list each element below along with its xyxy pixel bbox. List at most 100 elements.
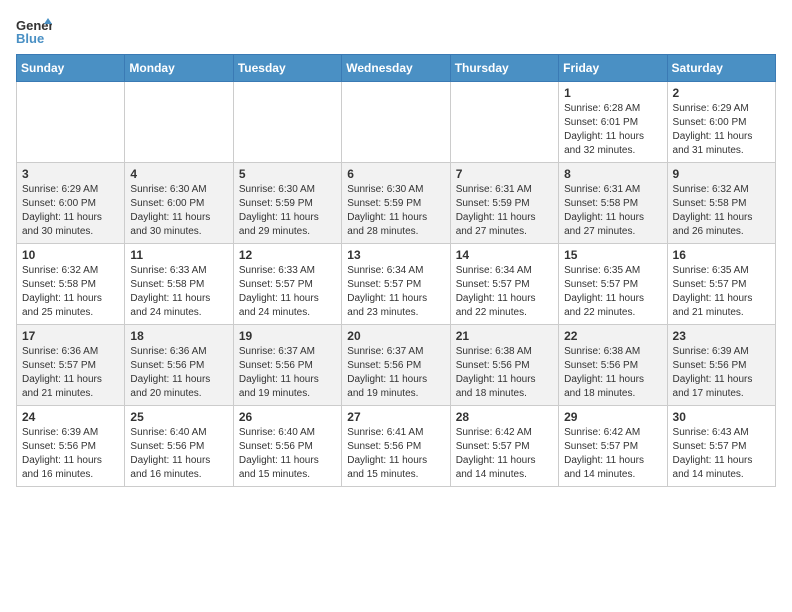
day-info: Sunrise: 6:41 AMSunset: 5:56 PMDaylight:… [347, 426, 444, 482]
calendar-day-cell: 28 Sunrise: 6:42 AMSunset: 5:57 PMDayligh… [450, 406, 558, 487]
svg-text:Blue: Blue [16, 31, 44, 46]
day-info: Sunrise: 6:42 AMSunset: 5:57 PMDaylight:… [564, 426, 661, 482]
day-info: Sunrise: 6:34 AMSunset: 5:57 PMDaylight:… [347, 264, 444, 320]
day-number: 24 [22, 410, 119, 424]
calendar-body: 1 Sunrise: 6:28 AMSunset: 6:01 PMDaylight… [17, 82, 776, 487]
day-info: Sunrise: 6:38 AMSunset: 5:56 PMDaylight:… [564, 345, 661, 401]
weekday-label: Saturday [667, 55, 775, 82]
calendar-day-cell: 26Sunrise: 6:40 AMSunset: 5:56 PMDayligh… [233, 406, 341, 487]
calendar-day-cell: 10Sunrise: 6:32 AMSunset: 5:58 PMDayligh… [17, 244, 125, 325]
day-info: Sunrise: 6:35 AMSunset: 5:57 PMDaylight:… [673, 264, 770, 320]
day-number: 17 [22, 329, 119, 343]
day-number: 22 [564, 329, 661, 343]
weekday-label: Sunday [17, 55, 125, 82]
calendar-week-row: 1 Sunrise: 6:28 AMSunset: 6:01 PMDaylight… [17, 82, 776, 163]
weekday-label: Friday [559, 55, 667, 82]
weekday-label: Monday [125, 55, 233, 82]
weekday-label: Tuesday [233, 55, 341, 82]
day-info: Sunrise: 6:32 AMSunset: 5:58 PMDaylight:… [22, 264, 119, 320]
calendar-day-cell: 9 Sunrise: 6:32 AMSunset: 5:58 PMDaylight… [667, 163, 775, 244]
calendar-day-cell: 25Sunrise: 6:40 AMSunset: 5:56 PMDayligh… [125, 406, 233, 487]
calendar-day-cell: 17 Sunrise: 6:36 AMSunset: 5:57 PMDayligh… [17, 325, 125, 406]
calendar-day-cell: 11Sunrise: 6:33 AMSunset: 5:58 PMDayligh… [125, 244, 233, 325]
day-number: 14 [456, 248, 553, 262]
calendar-day-cell: 16 Sunrise: 6:35 AMSunset: 5:57 PMDayligh… [667, 244, 775, 325]
calendar-day-cell: 2 Sunrise: 6:29 AMSunset: 6:00 PMDaylight… [667, 82, 775, 163]
day-number: 8 [564, 167, 661, 181]
day-number: 25 [130, 410, 227, 424]
day-info: Sunrise: 6:39 AMSunset: 5:56 PMDaylight:… [673, 345, 770, 401]
day-info: Sunrise: 6:31 AMSunset: 5:59 PMDaylight:… [456, 183, 553, 239]
day-number: 30 [673, 410, 770, 424]
day-info: Sunrise: 6:30 AMSunset: 5:59 PMDaylight:… [239, 183, 336, 239]
day-info: Sunrise: 6:31 AMSunset: 5:58 PMDaylight:… [564, 183, 661, 239]
calendar-day-cell: 30Sunrise: 6:43 AMSunset: 5:57 PMDayligh… [667, 406, 775, 487]
calendar-day-cell: 5 Sunrise: 6:30 AMSunset: 5:59 PMDaylight… [233, 163, 341, 244]
day-number: 9 [673, 167, 770, 181]
calendar-day-cell [342, 82, 450, 163]
day-info: Sunrise: 6:32 AMSunset: 5:58 PMDaylight:… [673, 183, 770, 239]
calendar-day-cell: 19 Sunrise: 6:37 AMSunset: 5:56 PMDayligh… [233, 325, 341, 406]
calendar-day-cell: 1 Sunrise: 6:28 AMSunset: 6:01 PMDaylight… [559, 82, 667, 163]
day-number: 1 [564, 86, 661, 100]
calendar-day-cell: 27 Sunrise: 6:41 AMSunset: 5:56 PMDayligh… [342, 406, 450, 487]
day-info: Sunrise: 6:34 AMSunset: 5:57 PMDaylight:… [456, 264, 553, 320]
day-number: 11 [130, 248, 227, 262]
calendar-day-cell: 7 Sunrise: 6:31 AMSunset: 5:59 PMDaylight… [450, 163, 558, 244]
calendar-day-cell: 3 Sunrise: 6:29 AMSunset: 6:00 PMDaylight… [17, 163, 125, 244]
day-number: 21 [456, 329, 553, 343]
calendar-day-cell: 6 Sunrise: 6:30 AMSunset: 5:59 PMDaylight… [342, 163, 450, 244]
day-info: Sunrise: 6:28 AMSunset: 6:01 PMDaylight:… [564, 102, 661, 158]
day-number: 7 [456, 167, 553, 181]
day-info: Sunrise: 6:36 AMSunset: 5:57 PMDaylight:… [22, 345, 119, 401]
page-header: General Blue [16, 16, 776, 46]
day-number: 3 [22, 167, 119, 181]
calendar-day-cell: 22 Sunrise: 6:38 AMSunset: 5:56 PMDayligh… [559, 325, 667, 406]
day-number: 29 [564, 410, 661, 424]
day-info: Sunrise: 6:35 AMSunset: 5:57 PMDaylight:… [564, 264, 661, 320]
calendar-week-row: 10Sunrise: 6:32 AMSunset: 5:58 PMDayligh… [17, 244, 776, 325]
day-info: Sunrise: 6:30 AMSunset: 6:00 PMDaylight:… [130, 183, 227, 239]
calendar-day-cell: 12Sunrise: 6:33 AMSunset: 5:57 PMDayligh… [233, 244, 341, 325]
calendar-day-cell: 23 Sunrise: 6:39 AMSunset: 5:56 PMDayligh… [667, 325, 775, 406]
day-number: 19 [239, 329, 336, 343]
day-info: Sunrise: 6:36 AMSunset: 5:56 PMDaylight:… [130, 345, 227, 401]
day-number: 23 [673, 329, 770, 343]
day-number: 28 [456, 410, 553, 424]
weekday-label: Thursday [450, 55, 558, 82]
day-number: 15 [564, 248, 661, 262]
calendar-day-cell [450, 82, 558, 163]
calendar-day-cell: 4 Sunrise: 6:30 AMSunset: 6:00 PMDaylight… [125, 163, 233, 244]
day-info: Sunrise: 6:37 AMSunset: 5:56 PMDaylight:… [239, 345, 336, 401]
day-number: 20 [347, 329, 444, 343]
calendar-day-cell: 14 Sunrise: 6:34 AMSunset: 5:57 PMDayligh… [450, 244, 558, 325]
day-info: Sunrise: 6:29 AMSunset: 6:00 PMDaylight:… [673, 102, 770, 158]
calendar-day-cell: 29 Sunrise: 6:42 AMSunset: 5:57 PMDayligh… [559, 406, 667, 487]
calendar-week-row: 3 Sunrise: 6:29 AMSunset: 6:00 PMDaylight… [17, 163, 776, 244]
day-number: 18 [130, 329, 227, 343]
weekday-header-row: SundayMondayTuesdayWednesdayThursdayFrid… [17, 55, 776, 82]
day-number: 5 [239, 167, 336, 181]
calendar-week-row: 17 Sunrise: 6:36 AMSunset: 5:57 PMDayligh… [17, 325, 776, 406]
logo-icon: General Blue [16, 16, 52, 46]
day-info: Sunrise: 6:38 AMSunset: 5:56 PMDaylight:… [456, 345, 553, 401]
day-number: 26 [239, 410, 336, 424]
day-number: 27 [347, 410, 444, 424]
calendar-week-row: 24Sunrise: 6:39 AMSunset: 5:56 PMDayligh… [17, 406, 776, 487]
day-info: Sunrise: 6:33 AMSunset: 5:57 PMDaylight:… [239, 264, 336, 320]
day-number: 2 [673, 86, 770, 100]
weekday-label: Wednesday [342, 55, 450, 82]
day-number: 4 [130, 167, 227, 181]
calendar-day-cell: 18 Sunrise: 6:36 AMSunset: 5:56 PMDayligh… [125, 325, 233, 406]
calendar-table: SundayMondayTuesdayWednesdayThursdayFrid… [16, 54, 776, 487]
calendar-day-cell [125, 82, 233, 163]
day-info: Sunrise: 6:30 AMSunset: 5:59 PMDaylight:… [347, 183, 444, 239]
calendar-day-cell: 15 Sunrise: 6:35 AMSunset: 5:57 PMDayligh… [559, 244, 667, 325]
calendar-day-cell [17, 82, 125, 163]
day-number: 13 [347, 248, 444, 262]
day-info: Sunrise: 6:42 AMSunset: 5:57 PMDaylight:… [456, 426, 553, 482]
day-number: 6 [347, 167, 444, 181]
day-number: 16 [673, 248, 770, 262]
day-info: Sunrise: 6:37 AMSunset: 5:56 PMDaylight:… [347, 345, 444, 401]
day-info: Sunrise: 6:29 AMSunset: 6:00 PMDaylight:… [22, 183, 119, 239]
